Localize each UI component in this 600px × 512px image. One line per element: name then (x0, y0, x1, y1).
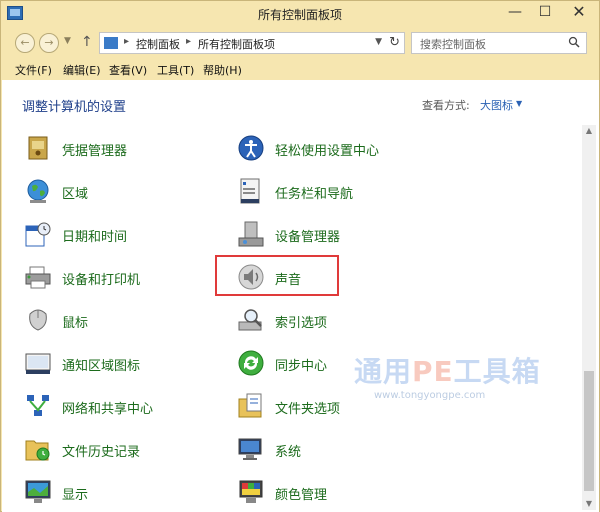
watermark-post: 工具箱 (453, 355, 541, 388)
control-item-ease-of-access[interactable]: 轻松使用设置中心 (237, 132, 447, 168)
up-button[interactable]: ↑ (81, 34, 93, 50)
device-manager-icon (238, 221, 264, 247)
item-label: 任务栏和导航 (275, 187, 354, 202)
item-label: 通知区域图标 (62, 359, 141, 374)
breadcrumb-separator-icon[interactable]: ▸ (124, 36, 129, 47)
control-item-network-sharing[interactable]: 网络和共享中心 (24, 390, 234, 426)
folder-options-icon (238, 393, 262, 418)
breadcrumb-all-items[interactable]: 所有控制面板项 (198, 36, 275, 52)
control-item-display[interactable]: 显示 (24, 476, 234, 512)
sound-highlight-box (215, 255, 339, 296)
control-item-credential-manager[interactable]: 凭据管理器 (24, 132, 234, 168)
indexing-icon (238, 309, 262, 331)
region-globe-icon (27, 179, 49, 203)
minimize-button[interactable]: — (501, 1, 529, 23)
printer-icon (25, 266, 51, 289)
item-label: 日期和时间 (62, 230, 128, 245)
control-panel-window: 所有控制面板项 — ☐ ✕ ← → ▼ ↑ ▸ 控制面板 ▸ 所有控制面板项 ▼… (0, 0, 600, 512)
forward-button[interactable]: → (39, 33, 59, 53)
address-history-chevron-down-icon[interactable]: ▼ (375, 37, 382, 47)
close-button[interactable]: ✕ (561, 1, 597, 23)
navigation-bar: ← → ▼ ↑ ▸ 控制面板 ▸ 所有控制面板项 ▼ ↻ 搜索控制面板 (1, 28, 599, 58)
item-label: 同步中心 (275, 359, 328, 374)
scrollbar-thumb[interactable] (584, 371, 594, 491)
notification-area-icon (25, 353, 51, 374)
mouse-icon (29, 309, 47, 331)
menu-help[interactable]: 帮助(H) (203, 62, 242, 78)
watermark-title: 通用PE工具箱 (354, 350, 554, 390)
menu-tools[interactable]: 工具(T) (157, 62, 194, 78)
search-placeholder: 搜索控制面板 (420, 38, 486, 51)
watermark-pre: 通用 (354, 355, 413, 388)
maximize-button[interactable]: ☐ (531, 1, 559, 23)
search-input[interactable]: 搜索控制面板 (411, 32, 587, 54)
search-icon[interactable] (568, 36, 580, 48)
item-label: 凭据管理器 (62, 144, 128, 159)
back-button[interactable]: ← (15, 33, 35, 53)
menu-edit[interactable]: 编辑(E) (63, 62, 101, 78)
network-icon (27, 395, 49, 416)
file-history-icon (25, 440, 50, 461)
date-time-icon (25, 222, 51, 247)
address-bar[interactable]: ▸ 控制面板 ▸ 所有控制面板项 ▼ ↻ (99, 32, 405, 54)
watermark: 通用PE工具箱 www.tongyongpe.com (354, 350, 554, 416)
item-label: 网络和共享中心 (62, 402, 154, 417)
taskbar-icon (240, 178, 260, 204)
color-management-icon (239, 480, 263, 503)
item-label: 区域 (62, 187, 89, 202)
item-label: 文件历史记录 (62, 445, 141, 460)
view-by-dropdown[interactable]: 大图标 (480, 97, 513, 113)
credential-manager-icon (28, 136, 48, 160)
breadcrumb-control-panel[interactable]: 控制面板 (136, 36, 180, 52)
item-label: 鼠标 (62, 316, 89, 331)
page-title: 调整计算机的设置 (22, 100, 127, 115)
ease-of-access-icon (238, 135, 264, 161)
item-label: 设备管理器 (275, 230, 341, 245)
recent-locations-chevron-down-icon[interactable]: ▼ (64, 36, 71, 46)
control-item-mouse[interactable]: 鼠标 (24, 304, 234, 340)
system-icon (238, 438, 262, 460)
item-label: 文件夹选项 (275, 402, 341, 417)
control-item-file-history[interactable]: 文件历史记录 (24, 433, 234, 469)
sync-center-icon (238, 350, 264, 376)
item-label: 索引选项 (275, 316, 328, 331)
item-label: 显示 (62, 488, 89, 503)
scroll-up-icon[interactable]: ▲ (582, 125, 596, 137)
control-item-region[interactable]: 区域 (24, 175, 234, 211)
control-item-color-management[interactable]: 颜色管理 (237, 476, 447, 512)
control-panel-content: 调整计算机的设置 查看方式: 大图标 ▼ 凭据管理器 轻松使用设置中心 区域 任… (2, 80, 599, 512)
control-panel-location-icon (104, 37, 118, 49)
control-item-taskbar[interactable]: 任务栏和导航 (237, 175, 447, 211)
menu-view[interactable]: 查看(V) (109, 62, 147, 78)
menu-file[interactable]: 文件(F) (15, 62, 52, 78)
item-label: 颜色管理 (275, 488, 328, 503)
breadcrumb-separator-icon[interactable]: ▸ (186, 36, 191, 47)
title-bar[interactable]: 所有控制面板项 — ☐ ✕ (1, 1, 599, 27)
control-item-devices-printers[interactable]: 设备和打印机 (24, 261, 234, 297)
control-item-device-manager[interactable]: 设备管理器 (237, 218, 447, 254)
item-label: 设备和打印机 (62, 273, 141, 288)
item-label: 轻松使用设置中心 (275, 144, 380, 159)
scroll-down-icon[interactable]: ▼ (582, 498, 596, 510)
control-item-indexing-options[interactable]: 索引选项 (237, 304, 447, 340)
item-label: 系统 (275, 445, 302, 460)
control-item-notification-area[interactable]: 通知区域图标 (24, 347, 234, 383)
control-item-system[interactable]: 系统 (237, 433, 447, 469)
watermark-pe: PE (412, 355, 454, 388)
control-item-date-time[interactable]: 日期和时间 (24, 218, 234, 254)
view-by-label: 查看方式: (422, 99, 470, 112)
view-by-chevron-down-icon[interactable]: ▼ (516, 99, 522, 108)
vertical-scrollbar[interactable]: ▲ ▼ (582, 125, 596, 510)
refresh-icon[interactable]: ↻ (389, 35, 400, 50)
display-icon (25, 480, 51, 503)
menu-bar: 文件(F) 编辑(E) 查看(V) 工具(T) 帮助(H) (1, 59, 599, 79)
watermark-url: www.tongyongpe.com (374, 390, 486, 401)
